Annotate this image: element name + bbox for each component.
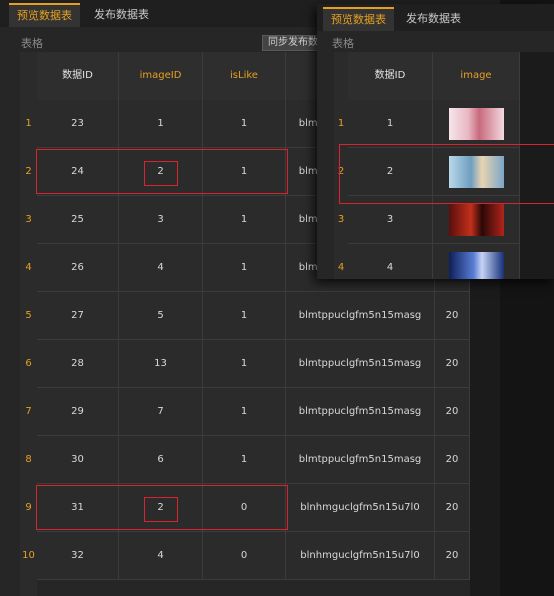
table-cell[interactable]: 25 bbox=[37, 196, 119, 244]
tab-preview-table[interactable]: 预览数据表 bbox=[9, 3, 80, 27]
image-cell[interactable] bbox=[433, 100, 520, 148]
table-cell[interactable]: 20 bbox=[435, 388, 470, 436]
table-cell[interactable]: 1 bbox=[203, 100, 286, 148]
table-cell[interactable]: 4 bbox=[119, 532, 203, 580]
table-cell[interactable]: 5 bbox=[119, 292, 203, 340]
row-number: 9 bbox=[25, 502, 32, 513]
table-cell[interactable]: 0 bbox=[203, 532, 286, 580]
row-number: 3 bbox=[25, 214, 32, 225]
table-cell[interactable]: blnhmguclgfm5n15u7l0 bbox=[286, 484, 435, 532]
table-cell[interactable]: blmtppuclgfm5n15masg bbox=[286, 388, 435, 436]
row-number: 1 bbox=[337, 118, 345, 129]
table-cell[interactable]: blnhmguclgfm5n15u7l0 bbox=[286, 532, 435, 580]
overlay-panel: 预览数据表 发布数据表 表格 数据ID image 1 1 2 2 3 3 4 4 bbox=[317, 4, 554, 279]
tab-publish-table[interactable]: 发布数据表 bbox=[398, 7, 469, 31]
table-cell[interactable]: 1 bbox=[203, 244, 286, 292]
sync-publish-button[interactable]: 同步发布数 bbox=[262, 35, 322, 51]
table-cell[interactable]: 1 bbox=[203, 340, 286, 388]
table-cell[interactable]: 20 bbox=[435, 532, 470, 580]
row-number: 6 bbox=[25, 358, 32, 369]
table-cell[interactable]: 1 bbox=[203, 292, 286, 340]
table-cell[interactable]: 20 bbox=[435, 484, 470, 532]
row-number: 5 bbox=[25, 310, 32, 321]
table-cell[interactable]: 32 bbox=[37, 532, 119, 580]
table-cell[interactable]: 29 bbox=[37, 388, 119, 436]
table-cell[interactable]: 23 bbox=[37, 100, 119, 148]
table-cell[interactable]: 27 bbox=[37, 292, 119, 340]
column-header: isLike bbox=[203, 52, 286, 100]
column-header: imageID bbox=[119, 52, 203, 100]
table-cell[interactable]: 1 bbox=[203, 436, 286, 484]
cell-highlight-box bbox=[144, 497, 178, 522]
table-cell[interactable]: 1 bbox=[203, 388, 286, 436]
section-label-table: 表格 bbox=[332, 37, 354, 50]
table-cell[interactable]: 20 bbox=[435, 340, 470, 388]
table-cell[interactable]: blmtppuclgfm5n15masg bbox=[286, 436, 435, 484]
image-cell[interactable] bbox=[433, 244, 520, 279]
row-number: 7 bbox=[25, 406, 32, 417]
table-cell[interactable]: 7 bbox=[119, 388, 203, 436]
column-header: 数据ID bbox=[37, 52, 119, 100]
table-cell[interactable]: 30 bbox=[37, 436, 119, 484]
table-cell[interactable]: 1 bbox=[348, 100, 433, 148]
table-cell[interactable]: 20 bbox=[435, 436, 470, 484]
overlay-data-grid: 数据ID image 1 1 2 2 3 3 4 4 bbox=[334, 52, 554, 279]
table-cell[interactable]: 1 bbox=[203, 196, 286, 244]
image-thumbnail bbox=[449, 252, 504, 279]
column-header: 数据ID bbox=[348, 52, 433, 100]
table-cell[interactable]: 20 bbox=[435, 292, 470, 340]
section-label-table: 表格 bbox=[21, 37, 43, 50]
row-number: 1 bbox=[25, 118, 32, 129]
table-cell[interactable]: blmtppuclgfm5n15masg bbox=[286, 340, 435, 388]
row-number: 4 bbox=[25, 262, 32, 273]
image-thumbnail bbox=[449, 204, 504, 236]
table-cell[interactable]: 26 bbox=[37, 244, 119, 292]
cell-highlight-box bbox=[144, 161, 178, 186]
tab-preview-table[interactable]: 预览数据表 bbox=[323, 7, 394, 31]
table-cell[interactable]: 4 bbox=[119, 244, 203, 292]
table-cell[interactable]: 3 bbox=[119, 196, 203, 244]
row-number: 10 bbox=[22, 550, 35, 561]
column-header: image bbox=[433, 52, 520, 100]
row-number: 4 bbox=[337, 262, 345, 273]
image-thumbnail bbox=[449, 108, 504, 140]
table-cell[interactable]: 6 bbox=[119, 436, 203, 484]
row-highlight-box bbox=[339, 144, 554, 204]
overlay-tabbar: 预览数据表 发布数据表 bbox=[317, 4, 554, 31]
table-cell[interactable]: 28 bbox=[37, 340, 119, 388]
table-cell[interactable]: 1 bbox=[119, 100, 203, 148]
row-number: 8 bbox=[25, 454, 32, 465]
table-cell[interactable]: 4 bbox=[348, 244, 433, 279]
table-cell[interactable]: 13 bbox=[119, 340, 203, 388]
row-number: 2 bbox=[25, 166, 32, 177]
table-cell[interactable]: blmtppuclgfm5n15masg bbox=[286, 292, 435, 340]
tab-publish-table[interactable]: 发布数据表 bbox=[86, 3, 157, 27]
